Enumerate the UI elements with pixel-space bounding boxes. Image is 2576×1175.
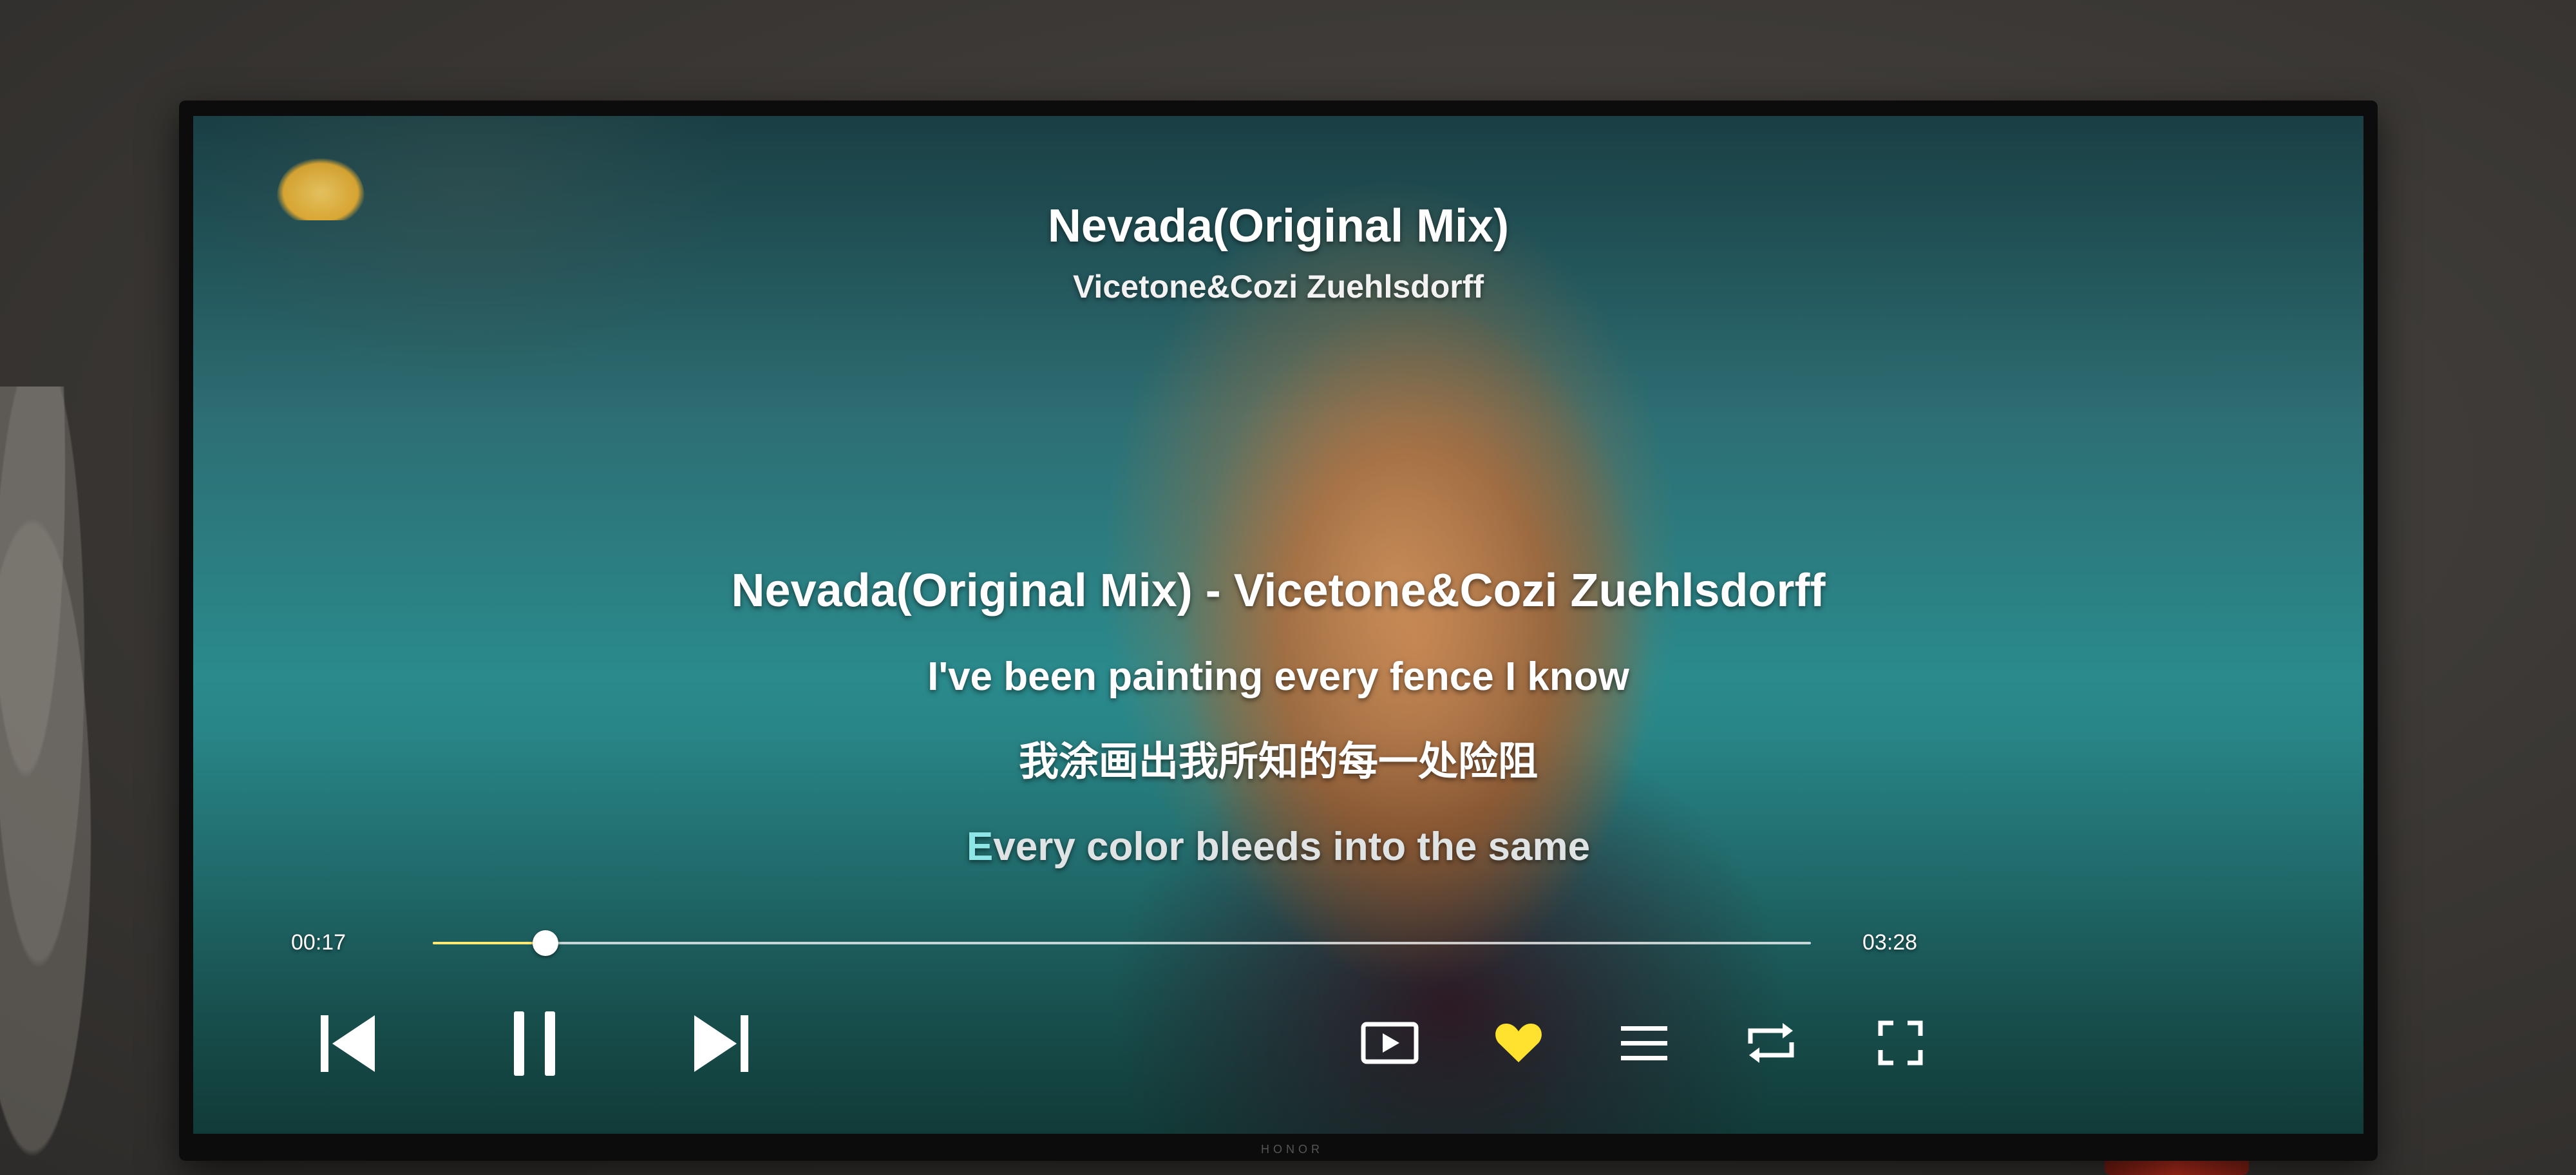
lyric-header: Nevada(Original Mix) - Vicetone&Cozi Zue… bbox=[731, 565, 1826, 616]
skip-previous-icon bbox=[321, 1015, 375, 1072]
skip-next-icon bbox=[694, 1015, 748, 1072]
lyric-unsung-part: very color bleeds into the same bbox=[993, 825, 1591, 869]
pause-icon bbox=[514, 1011, 555, 1076]
progress-slider[interactable] bbox=[433, 930, 1811, 956]
lyric-sung-part: E bbox=[966, 825, 994, 869]
mv-button[interactable] bbox=[1354, 1014, 1425, 1072]
time-total: 03:28 bbox=[1862, 930, 1918, 955]
player-screen: Nevada(Original Mix) Vicetone&Cozi Zuehl… bbox=[193, 116, 2363, 1134]
playlist-button[interactable] bbox=[1609, 1014, 1680, 1072]
heart-icon bbox=[1495, 1024, 1542, 1062]
song-artist: Vicetone&Cozi Zuehlsdorff bbox=[1072, 269, 1484, 305]
tv-brand: HONOR bbox=[1261, 1143, 1323, 1156]
repeat-icon bbox=[1748, 1023, 1794, 1063]
wall-decoration bbox=[0, 387, 116, 1175]
next-button[interactable] bbox=[683, 1005, 760, 1082]
progress-track bbox=[433, 942, 1811, 944]
play-video-icon bbox=[1361, 1022, 1419, 1064]
lyric-line: I've been painting every fence I know bbox=[927, 654, 1629, 699]
fullscreen-icon bbox=[1878, 1020, 1923, 1065]
list-icon bbox=[1621, 1026, 1667, 1060]
time-elapsed: 00:17 bbox=[291, 930, 346, 955]
fullscreen-button[interactable] bbox=[1865, 1014, 1936, 1072]
previous-button[interactable] bbox=[309, 1005, 386, 1082]
lyrics-panel: Nevada(Original Mix) - Vicetone&Cozi Zue… bbox=[193, 548, 2363, 890]
loop-mode-button[interactable] bbox=[1736, 1014, 1806, 1072]
lyric-current-line: Every color bleeds into the same bbox=[193, 804, 2363, 890]
song-title: Nevada(Original Mix) bbox=[1047, 200, 1510, 252]
progress-played bbox=[433, 942, 546, 944]
favorite-button[interactable] bbox=[1483, 1014, 1554, 1072]
lyric-translation: 我涂画出我所知的每一处险阻 bbox=[1018, 740, 1538, 784]
pause-button[interactable] bbox=[496, 1005, 573, 1082]
